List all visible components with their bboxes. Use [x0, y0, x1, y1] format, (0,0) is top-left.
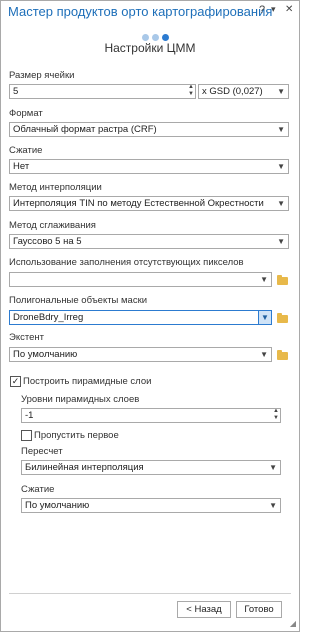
pyramid-levels-label: Уровни пирамидных слоев [21, 394, 140, 405]
interp-method-select[interactable]: Интерполяция TIN по методу Естественной … [9, 196, 289, 211]
mask-select[interactable]: DroneBdry_Irreg ▼ [9, 310, 272, 325]
interp-method-label: Метод интерполяции [9, 182, 102, 193]
chevron-down-icon: ▼ [269, 501, 277, 510]
chevron-down-icon: ▼ [260, 350, 268, 359]
cell-size-value: 5 [13, 86, 19, 97]
close-button[interactable]: ✕ [285, 4, 293, 15]
cell-size-unit-select[interactable]: x GSD (0,027) ▼ [198, 84, 289, 99]
skip-first-checkbox[interactable] [21, 430, 32, 441]
step-dot [142, 34, 149, 41]
smoothing-value: Гауссово 5 на 5 [13, 236, 82, 247]
resample-value: Билинейная интерполяция [25, 462, 144, 473]
folder-icon[interactable] [277, 313, 288, 323]
chevron-down-icon: ▼ [277, 162, 285, 171]
pyramid-compression-select[interactable]: По умолчанию ▼ [21, 498, 281, 513]
spinner-icon[interactable]: ▲ ▼ [188, 85, 194, 98]
step-dot-current [162, 34, 169, 41]
chevron-down-icon: ▼ [277, 87, 285, 96]
interp-method-value: Интерполяция TIN по методу Естественной … [13, 198, 264, 209]
window-title: Мастер продуктов орто картографирования [8, 4, 273, 19]
format-label: Формат [9, 108, 43, 119]
cell-size-unit-value: x GSD (0,027) [202, 86, 263, 97]
fill-missing-label: Использование заполнения отсутствующих п… [9, 257, 244, 268]
skip-first-label: Пропустить первое [34, 430, 119, 441]
chevron-down-icon[interactable]: ▼ [258, 311, 271, 324]
footer-divider [9, 593, 291, 594]
page-title: Настройки ЦММ [104, 41, 196, 55]
options-menu-button[interactable]: ▾ [271, 4, 276, 15]
folder-icon[interactable] [277, 275, 288, 285]
chevron-down-icon: ▼ [277, 237, 285, 246]
extent-value: По умолчанию [13, 349, 78, 360]
smoothing-label: Метод сглаживания [9, 220, 96, 231]
chevron-down-icon: ▼ [269, 463, 277, 472]
pyramid-compression-value: По умолчанию [25, 500, 90, 511]
cell-size-label: Размер ячейки [9, 70, 75, 81]
resample-label: Пересчет [21, 446, 63, 457]
pyramid-compression-label: Сжатие [21, 484, 55, 495]
title-bar: Мастер продуктов орто картографирования … [1, 1, 299, 23]
mask-value: DroneBdry_Irreg [13, 312, 84, 323]
build-pyramids-checkbox[interactable]: ✓ [10, 376, 21, 387]
build-pyramids-label: Построить пирамидные слои [23, 376, 152, 387]
wizard-window: Мастер продуктов орто картографирования … [0, 0, 300, 632]
finish-button[interactable]: Готово [236, 601, 282, 618]
step-dot [152, 34, 159, 41]
folder-icon[interactable] [277, 350, 288, 360]
back-button[interactable]: < Назад [177, 601, 231, 618]
extent-select[interactable]: По умолчанию ▼ [9, 347, 272, 362]
spinner-icon[interactable]: ▲ ▼ [273, 409, 279, 422]
mask-label: Полигональные объекты маски [9, 295, 148, 306]
chevron-down-icon: ▼ [277, 125, 285, 134]
chevron-down-icon: ▼ [277, 199, 285, 208]
compression-label: Сжатие [9, 145, 43, 156]
extent-label: Экстент [9, 332, 44, 343]
fill-missing-select[interactable]: ▼ [9, 272, 272, 287]
help-button[interactable]: ? [259, 4, 265, 16]
cell-size-input[interactable]: 5 ▲ ▼ [9, 84, 196, 99]
resize-grip-icon[interactable]: ◢ [290, 619, 296, 628]
pyramid-levels-input[interactable]: -1 ▲ ▼ [21, 408, 281, 423]
pyramid-levels-value: -1 [25, 410, 34, 421]
format-value: Облачный формат растра (CRF) [13, 124, 157, 135]
format-select[interactable]: Облачный формат растра (CRF) ▼ [9, 122, 289, 137]
compression-select[interactable]: Нет ▼ [9, 159, 289, 174]
smoothing-select[interactable]: Гауссово 5 на 5 ▼ [9, 234, 289, 249]
chevron-down-icon: ▼ [260, 275, 268, 284]
compression-value: Нет [13, 161, 30, 172]
resample-select[interactable]: Билинейная интерполяция ▼ [21, 460, 281, 475]
